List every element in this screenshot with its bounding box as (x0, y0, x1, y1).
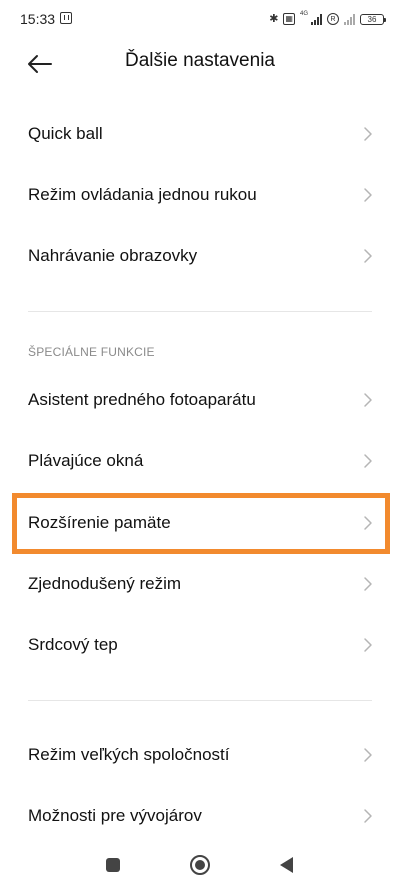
list-item-label: Plávajúce okná (28, 451, 144, 470)
chevron-right-icon (364, 516, 372, 530)
list-item-label: Srdcový tep (28, 635, 118, 654)
list-item-developer-options[interactable]: Možnosti pre vývojárov (0, 787, 400, 845)
signal-strength-secondary-icon (344, 13, 355, 25)
chevron-right-icon (364, 249, 372, 263)
chevron-right-icon (364, 454, 372, 468)
status-icons: ✱ ▦ 4G R 36 (269, 11, 386, 27)
chevron-right-icon (364, 809, 372, 823)
bluetooth-icon: ✱ (269, 13, 279, 25)
list-item-label: Quick ball (28, 124, 103, 143)
section-divider (28, 311, 372, 312)
battery-icon: 36 (360, 13, 386, 25)
list-item-quick-ball[interactable]: Quick ball (0, 105, 400, 163)
signal-strength-icon (311, 13, 322, 25)
chevron-right-icon (364, 188, 372, 202)
list-item-label: Rozšírenie pamäte (28, 513, 171, 532)
list-item-label: Režim veľkých spoločností (28, 745, 230, 764)
vibrate-icon: ▦ (283, 13, 295, 25)
back-triangle-icon[interactable] (280, 857, 293, 873)
list-item-label: Nahrávanie obrazovky (28, 246, 198, 265)
list-item-label: Režim ovládania jednou rukou (28, 185, 257, 204)
status-time: 15:33 (20, 11, 56, 27)
chevron-right-icon (364, 748, 372, 762)
navigation-bar (0, 845, 400, 889)
header: Ďalšie nastavenia (0, 40, 400, 84)
list-item-front-camera-assistant[interactable]: Asistent predného fotoaparátu (0, 371, 400, 429)
list-item-memory-extension[interactable]: Rozšírenie pamäte (0, 494, 400, 552)
network-type-label: 4G (299, 11, 308, 17)
status-bar: 15:33 ✱ ▦ 4G R 36 (0, 0, 400, 40)
section-divider (28, 700, 372, 701)
chevron-right-icon (364, 393, 372, 407)
list-item-label: Asistent predného fotoaparátu (28, 390, 256, 409)
list-item-label: Zjednodušený režim (28, 574, 182, 593)
list-item-screen-recording[interactable]: Nahrávanie obrazovky (0, 227, 400, 285)
recents-square-icon[interactable] (106, 858, 120, 872)
list-item-enterprise-mode[interactable]: Režim veľkých spoločností (0, 726, 400, 784)
list-item-label: Možnosti pre vývojárov (28, 806, 202, 825)
nfc-icon (60, 12, 72, 24)
list-item-simplified-mode[interactable]: Zjednodušený režim (0, 555, 400, 613)
page-title: Ďalšie nastavenia (125, 50, 275, 71)
list-item-floating-windows[interactable]: Plávajúce okná (0, 432, 400, 490)
home-circle-icon[interactable] (190, 855, 210, 875)
chevron-right-icon (364, 127, 372, 141)
list-item-heart-rate[interactable]: Srdcový tep (0, 616, 400, 674)
list-item-one-hand-mode[interactable]: Režim ovládania jednou rukou (0, 166, 400, 224)
battery-level: 36 (367, 14, 377, 24)
chevron-right-icon (364, 638, 372, 652)
chevron-right-icon (364, 577, 372, 591)
roaming-icon: R (327, 13, 339, 25)
section-header-special-functions: ŠPECIÁLNE FUNKCIE (28, 345, 155, 359)
